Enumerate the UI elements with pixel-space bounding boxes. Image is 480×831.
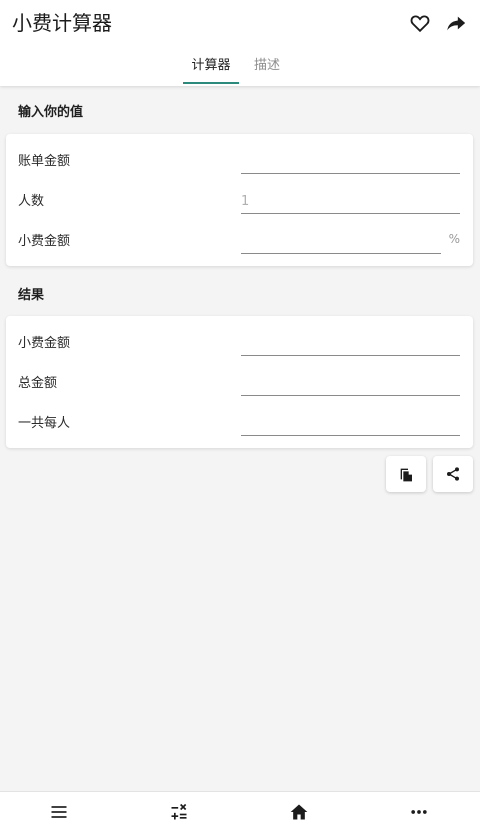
per-person-output[interactable] bbox=[241, 406, 460, 436]
app-bar: 小费计算器 计算器 描述 bbox=[0, 0, 480, 86]
result-section-title: 结果 bbox=[18, 288, 45, 303]
tip-percent-label: 小费金额 bbox=[18, 234, 71, 249]
nav-more[interactable] bbox=[389, 792, 449, 831]
tip-amount-row: 小费金额 bbox=[6, 322, 473, 362]
percent-unit: % bbox=[448, 232, 460, 246]
heart-outline-icon[interactable] bbox=[405, 8, 435, 38]
tip-amount-label: 小费金额 bbox=[18, 336, 71, 351]
tab-calculator[interactable]: 计算器 bbox=[183, 52, 239, 84]
bottom-nav bbox=[0, 791, 480, 831]
share-button[interactable] bbox=[433, 456, 473, 492]
tab-bar: 计算器 描述 bbox=[0, 52, 480, 84]
menu-icon bbox=[51, 806, 67, 818]
people-count-row: 人数 bbox=[6, 180, 473, 220]
copy-file-icon bbox=[400, 468, 412, 482]
total-amount-label: 总金额 bbox=[18, 376, 58, 391]
per-person-label: 一共每人 bbox=[18, 416, 71, 431]
home-icon bbox=[290, 804, 308, 820]
tab-calculator-label: 计算器 bbox=[191, 58, 231, 73]
app-title: 小费计算器 bbox=[12, 11, 112, 35]
tab-description-label: 描述 bbox=[253, 58, 280, 73]
nav-home[interactable] bbox=[269, 792, 329, 831]
tip-percent-input[interactable] bbox=[241, 224, 441, 254]
more-icon bbox=[411, 810, 427, 814]
people-count-label: 人数 bbox=[18, 194, 45, 209]
per-person-row: 一共每人 bbox=[6, 402, 473, 442]
total-amount-row: 总金额 bbox=[6, 362, 473, 402]
result-card: 小费金额 总金额 一共每人 bbox=[6, 316, 473, 448]
total-amount-output[interactable] bbox=[241, 366, 460, 396]
tab-description[interactable]: 描述 bbox=[239, 52, 295, 84]
forward-arrow-icon[interactable] bbox=[441, 8, 471, 38]
copy-button[interactable] bbox=[386, 456, 426, 492]
bill-amount-label: 账单金额 bbox=[18, 154, 71, 169]
share-icon bbox=[447, 467, 459, 481]
input-section-title: 输入你的值 bbox=[18, 105, 84, 120]
tip-percent-row: 小费金额 % bbox=[6, 220, 473, 260]
active-tab-indicator bbox=[183, 82, 239, 84]
calculator-icon bbox=[171, 803, 187, 820]
bill-amount-row: 账单金额 bbox=[6, 140, 473, 180]
people-count-input[interactable] bbox=[241, 184, 460, 214]
bill-amount-input[interactable] bbox=[241, 144, 460, 174]
nav-menu[interactable] bbox=[29, 792, 89, 831]
nav-calculator[interactable] bbox=[149, 792, 209, 831]
input-card: 账单金额 人数 小费金额 % bbox=[6, 134, 473, 266]
tip-amount-output[interactable] bbox=[241, 326, 460, 356]
